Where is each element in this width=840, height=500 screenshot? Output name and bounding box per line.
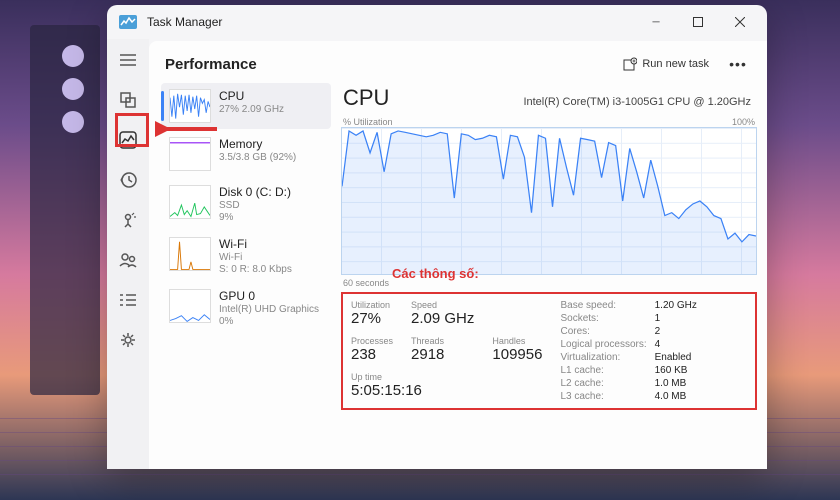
- wallpaper-light: [62, 78, 84, 100]
- card-name: Disk 0 (C: D:): [219, 185, 291, 199]
- stats-annotation-label: Các thông số:: [392, 266, 479, 281]
- resource-card-disk[interactable]: Disk 0 (C: D:) SSD 9%: [161, 179, 331, 229]
- util-axis-max: 100%: [732, 117, 755, 127]
- close-button[interactable]: [719, 7, 761, 37]
- stats-left: Utilization27% Speed2.09 GHz Processes23…: [351, 300, 542, 402]
- stat-uptime: 5:05:15:16: [351, 382, 542, 399]
- card-sub: 3.5/3.8 GB (92%): [219, 152, 296, 164]
- history-tab-icon[interactable]: [117, 169, 139, 191]
- stat-l2: 1.0 MB: [655, 378, 697, 389]
- window-title: Task Manager: [147, 15, 635, 29]
- memory-thumb: [169, 137, 211, 171]
- wallpaper-light: [62, 111, 84, 133]
- run-task-label: Run new task: [642, 58, 709, 70]
- card-name: Memory: [219, 137, 296, 151]
- stat-virt: Enabled: [655, 352, 697, 363]
- wifi-thumb: [169, 237, 211, 271]
- stat-processes: 238: [351, 346, 393, 363]
- task-manager-window: Task Manager ─: [107, 5, 767, 469]
- stats-highlight-box: Utilization27% Speed2.09 GHz Processes23…: [341, 292, 757, 410]
- more-button[interactable]: •••: [725, 56, 751, 72]
- stat-speed: 2.09 GHz: [411, 310, 474, 327]
- cpu-model: Intel(R) Core(TM) i3-1005G1 CPU @ 1.20GH…: [523, 96, 751, 108]
- card-sub: 27% 2.09 GHz: [219, 104, 284, 116]
- startup-tab-icon[interactable]: [117, 209, 139, 231]
- run-task-icon: [623, 57, 637, 71]
- processes-tab-icon[interactable]: [117, 89, 139, 111]
- stat-l1: 160 KB: [655, 365, 697, 376]
- gpu-thumb: [169, 289, 211, 323]
- wallpaper-light: [62, 45, 84, 67]
- page-title: Performance: [165, 56, 613, 73]
- util-axis-label: % Utilization: [343, 117, 393, 127]
- details-tab-icon[interactable]: [117, 289, 139, 311]
- stats-right: Base speed:1.20 GHz Sockets:1 Cores:2 Lo…: [560, 300, 696, 402]
- stat-base-speed: 1.20 GHz: [655, 300, 697, 311]
- maximize-button[interactable]: [677, 7, 719, 37]
- card-sub: SSD 9%: [219, 200, 291, 223]
- stat-l3: 4.0 MB: [655, 391, 697, 402]
- stat-handles: 109956: [492, 346, 542, 363]
- card-name: CPU: [219, 89, 284, 103]
- run-new-task-button[interactable]: Run new task: [613, 53, 719, 75]
- arrow-annotation: [155, 117, 225, 141]
- hamburger-icon[interactable]: [117, 49, 139, 71]
- stat-threads: 2918: [411, 346, 474, 363]
- stat-cores: 2: [655, 326, 697, 337]
- card-name: Wi-Fi: [219, 237, 292, 251]
- cpu-chart[interactable]: [341, 127, 757, 275]
- titlebar: Task Manager ─: [107, 5, 767, 39]
- users-tab-icon[interactable]: [117, 249, 139, 271]
- detail-title: CPU: [343, 85, 389, 111]
- services-tab-icon[interactable]: [117, 329, 139, 351]
- page-header: Performance Run new task •••: [149, 41, 767, 83]
- stat-sockets: 1: [655, 313, 697, 324]
- resource-card-gpu[interactable]: GPU 0 Intel(R) UHD Graphics 0%: [161, 283, 331, 333]
- app-icon: [119, 15, 137, 29]
- disk-thumb: [169, 185, 211, 219]
- stat-logical: 4: [655, 339, 697, 350]
- card-sub: Wi-Fi S: 0 R: 8.0 Kbps: [219, 252, 292, 275]
- performance-tab-icon[interactable]: [117, 129, 139, 151]
- stat-utilization: 27%: [351, 310, 393, 327]
- card-name: GPU 0: [219, 289, 319, 303]
- minimize-button[interactable]: ─: [635, 7, 677, 37]
- resource-card-wifi[interactable]: Wi-Fi Wi-Fi S: 0 R: 8.0 Kbps: [161, 231, 331, 281]
- card-sub: Intel(R) UHD Graphics 0%: [219, 304, 319, 327]
- nav-rail: [107, 39, 149, 469]
